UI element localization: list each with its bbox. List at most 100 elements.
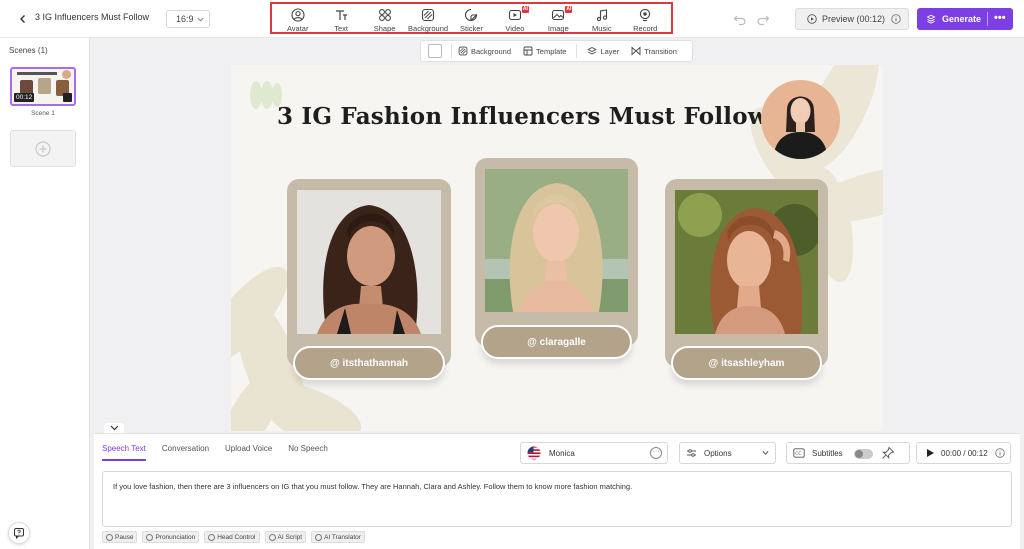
thumb-title-line xyxy=(17,72,57,75)
transition-icon xyxy=(631,46,641,56)
background-color-swatch[interactable] xyxy=(428,44,442,58)
add-scene-button[interactable] xyxy=(10,130,76,167)
ai-script-chip[interactable]: AI Script xyxy=(264,531,307,543)
pause-chip[interactable]: Pause xyxy=(102,531,138,543)
video-icon xyxy=(508,9,521,21)
chip-label: AI Translator xyxy=(324,533,361,541)
preview-button[interactable]: Preview (00:12) xyxy=(795,8,909,30)
collapse-panel-button[interactable] xyxy=(104,423,124,433)
plus-circle-icon xyxy=(35,140,51,157)
influencer-photo-clara[interactable] xyxy=(485,169,628,312)
tab-speech-text[interactable]: Speech Text xyxy=(102,444,146,461)
help-chat-icon xyxy=(14,528,24,539)
project-title[interactable]: 3 IG Influencers Must Follow xyxy=(35,12,149,22)
help-button[interactable] xyxy=(8,522,30,544)
us-flag-icon xyxy=(527,446,541,460)
subtitles-control: CC Subtitles xyxy=(786,442,910,464)
pause-icon xyxy=(106,533,113,541)
speech-tools: Pause Pronunciation Head Control AI Scri… xyxy=(102,531,365,543)
record-icon xyxy=(640,8,651,22)
ai-translator-chip[interactable]: AI Translator xyxy=(311,531,365,543)
generate-button[interactable]: Generate ••• xyxy=(917,8,1013,30)
tab-no-speech[interactable]: No Speech xyxy=(288,444,328,461)
slide-title[interactable]: 3 IG Fashion Influencers Must Follow xyxy=(277,103,768,130)
aspect-ratio-value: 16:9 xyxy=(176,14,194,24)
tool-label: Text xyxy=(334,24,349,33)
subtitles-toggle[interactable] xyxy=(854,449,873,459)
thumb-avatar xyxy=(62,70,71,79)
tool-label: Record xyxy=(633,24,658,33)
back-button[interactable] xyxy=(14,10,32,28)
options-label: Options xyxy=(704,448,732,458)
photo-clara xyxy=(485,169,628,312)
ai-badge: AI xyxy=(521,6,529,13)
voice-name: Monica xyxy=(549,448,575,458)
sticker-icon xyxy=(465,8,478,22)
tool-label: Image xyxy=(547,24,569,33)
more-options-icon[interactable]: ••• xyxy=(994,12,1006,24)
scenes-panel: Scenes (1) 00:12 Scene 1 xyxy=(0,38,90,549)
pronunciation-chip[interactable]: Pronunciation xyxy=(142,531,200,543)
layer-button[interactable]: Layer xyxy=(581,46,625,56)
chevron-left-icon xyxy=(20,15,25,23)
script-panel: Speech Text Conversation Upload Voice No… xyxy=(94,433,1020,549)
tool-image[interactable]: AI Image xyxy=(537,4,579,33)
subtitles-label: Subtitles xyxy=(812,448,843,458)
tab-conversation[interactable]: Conversation xyxy=(162,444,209,461)
more-icon[interactable]: ··· xyxy=(650,447,662,459)
layer-label: Layer xyxy=(600,46,620,56)
layers-icon xyxy=(587,46,598,55)
svg-text:CC: CC xyxy=(795,451,801,457)
options-select[interactable]: Options xyxy=(679,442,776,464)
ai-translator-icon xyxy=(315,533,323,541)
tool-music[interactable]: Music xyxy=(581,4,623,33)
handle-badge-ashley[interactable]: @ itsashleyham xyxy=(671,346,822,380)
tool-sticker[interactable]: Sticker xyxy=(450,4,492,33)
chevron-down-icon xyxy=(110,425,118,431)
play-icon[interactable] xyxy=(925,448,935,458)
transition-button[interactable]: Transition xyxy=(625,46,683,56)
scene-label: Scene 1 xyxy=(31,110,55,117)
handle-badge-clara[interactable]: @ claragalle xyxy=(481,325,632,359)
chip-label: Pronunciation xyxy=(155,533,196,541)
speech-tabs: Speech Text Conversation Upload Voice No… xyxy=(102,444,328,461)
tab-upload-voice[interactable]: Upload Voice xyxy=(225,444,272,461)
tool-avatar[interactable]: Avatar xyxy=(277,4,319,33)
tool-label: Background xyxy=(408,24,449,33)
redo-icon[interactable] xyxy=(756,12,770,26)
chip-label: AI Script xyxy=(277,533,303,541)
sliders-icon xyxy=(687,449,696,457)
tool-label: Music xyxy=(591,24,612,33)
photo-ashley xyxy=(675,190,818,334)
influencer-photo-ashley[interactable] xyxy=(675,190,818,334)
tool-video[interactable]: AI Video xyxy=(494,4,536,33)
info-icon[interactable] xyxy=(891,14,901,24)
voice-select[interactable]: Monica ··· xyxy=(520,442,668,464)
head-control-icon xyxy=(208,533,216,541)
chevron-down-icon xyxy=(762,450,769,456)
speech-text-input[interactable]: If you love fashion, then there are 3 in… xyxy=(102,471,1012,527)
tool-shape[interactable]: Shape xyxy=(364,4,406,33)
influencer-photo-hannah[interactable] xyxy=(297,190,441,334)
subtitles-icon: CC xyxy=(793,448,805,458)
tool-background[interactable]: Background xyxy=(407,4,449,33)
background-icon xyxy=(458,46,468,56)
aspect-ratio-select[interactable]: 16:9 xyxy=(166,10,210,28)
pin-icon[interactable] xyxy=(881,446,895,460)
top-bar: 3 IG Influencers Must Follow 16:9 Avatar… xyxy=(0,0,1024,38)
chip-label: Pause xyxy=(115,533,134,541)
ai-badge: AI xyxy=(565,6,573,13)
head-control-chip[interactable]: Head Control xyxy=(204,531,260,543)
tool-record[interactable]: Record xyxy=(624,4,666,33)
presenter-avatar[interactable] xyxy=(761,80,840,159)
handle-badge-hannah[interactable]: @ itsthathannah xyxy=(293,346,445,380)
slide-canvas[interactable]: 3 IG Fashion Influencers Must Follow @ i… xyxy=(231,65,883,431)
tool-text[interactable]: Text xyxy=(320,4,362,33)
stack-icon xyxy=(926,14,936,24)
undo-icon[interactable] xyxy=(733,12,747,26)
background-button[interactable]: Background xyxy=(452,46,517,56)
avatar-icon xyxy=(291,8,305,22)
template-button[interactable]: Template xyxy=(517,46,572,56)
scene-thumbnail[interactable]: 00:12 xyxy=(10,67,76,106)
info-icon[interactable] xyxy=(995,448,1005,458)
